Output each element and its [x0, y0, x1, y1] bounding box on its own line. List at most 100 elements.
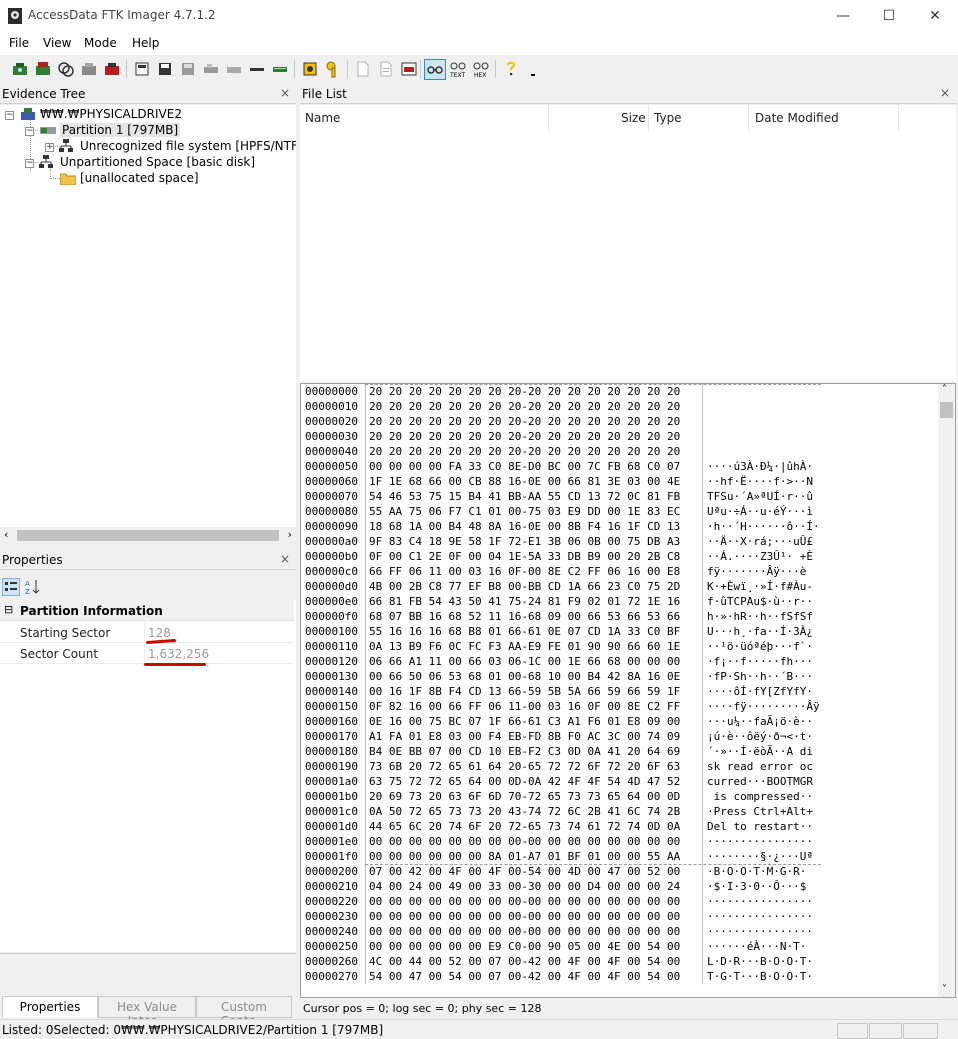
capture-memory-icon[interactable]	[202, 60, 220, 78]
export-logical-image-icon[interactable]	[179, 60, 197, 78]
hex-vscrollbar[interactable]: ˄ ˅	[938, 384, 955, 997]
hex-row[interactable]: 000000f0 68 07 BB 16 68 52 11 16-68 09 00…	[301, 609, 937, 624]
hex-bytes[interactable]: 0E 16 00 75 BC 07 1F 66-61 C3 A1 F6 01 E…	[369, 715, 680, 728]
hex-row[interactable]: 00000180 B4 0E BB 07 00 CD 10 EB-F2 C3 0D…	[301, 744, 937, 759]
hex-ascii[interactable]: TFSu·´A»ªUÍ·r··û	[707, 490, 813, 503]
custom-content-image-icon[interactable]	[301, 60, 319, 78]
file-icon[interactable]	[354, 60, 372, 78]
categorized-view-icon[interactable]	[2, 578, 20, 596]
hex-row[interactable]: 00000260 4C 00 44 00 52 00 07 00-42 00 4F…	[301, 954, 937, 969]
hex-bytes[interactable]: 20 20 20 20 20 20 20 20-20 20 20 20 20 2…	[369, 385, 680, 398]
hex-bytes[interactable]: 55 AA 75 06 F7 C1 01 00-75 03 E9 DD 00 1…	[369, 505, 680, 518]
file-text-icon[interactable]	[377, 60, 395, 78]
hex-row[interactable]: 00000200 07 00 42 00 4F 00 4F 00-54 00 4D…	[301, 864, 937, 879]
hex-row[interactable]: 00000030 20 20 20 20 20 20 20 20-20 20 20…	[301, 429, 937, 444]
hex-bytes[interactable]: 00 66 50 06 53 68 01 00-68 10 00 B4 42 8…	[369, 670, 680, 683]
column-header-size[interactable]: Size	[621, 111, 646, 125]
hex-ascii[interactable]: ··¹ö·üóªéþ···f`·	[707, 640, 813, 653]
tab-hex-value-interpreter[interactable]: Hex Value Inter...	[98, 996, 196, 1028]
hex-ascii[interactable]: ···u¼··faÃ¡ö·è··	[707, 715, 813, 728]
hex-bytes[interactable]: 4C 00 44 00 52 00 07 00-42 00 4F 00 4F 0…	[369, 955, 680, 968]
hex-bytes[interactable]: 54 46 53 75 15 B4 41 BB-AA 55 CD 13 72 0…	[369, 490, 680, 503]
hex-bytes[interactable]: 00 00 00 00 00 00 E9 C0-00 90 05 00 4E 0…	[369, 940, 680, 953]
hex-row[interactable]: 000001a0 63 75 72 72 65 64 00 0D-0A 42 4F…	[301, 774, 937, 789]
hex-bytes[interactable]: 00 00 00 00 00 00 8A 01-A7 01 BF 01 00 0…	[369, 850, 680, 863]
export-disk-image-icon[interactable]	[156, 60, 174, 78]
hex-row[interactable]: 00000160 0E 16 00 75 BC 07 1F 66-61 C3 A1…	[301, 714, 937, 729]
hex-viewer[interactable]: 00000000 20 20 20 20 20 20 20 20-20 20 20…	[300, 383, 956, 998]
menu-help[interactable]: Help	[132, 36, 159, 50]
hex-row[interactable]: 000000c0 66 FF 06 11 00 03 16 0F-00 8E C2…	[301, 564, 937, 579]
hex-ascii[interactable]: ····ôÍ·fY[ZfYfY·	[707, 685, 813, 698]
hex-row[interactable]: 00000240 00 00 00 00 00 00 00 00-00 00 00…	[301, 924, 937, 939]
hex-bytes[interactable]: 00 00 00 00 00 00 00 00-00 00 00 00 00 0…	[369, 895, 680, 908]
hex-ascii[interactable]: ················	[707, 835, 813, 848]
hex-ascii[interactable]: U···h¸·fa··Í·3À¿	[707, 625, 813, 638]
hex-row[interactable]: 00000010 20 20 20 20 20 20 20 20-20 20 20…	[301, 399, 937, 414]
close-icon[interactable]: ×	[280, 552, 290, 566]
dir-list-icon[interactable]	[400, 60, 418, 78]
hex-bytes[interactable]: 04 00 24 00 49 00 33 00-30 00 00 D4 00 0…	[369, 880, 680, 893]
hex-bytes[interactable]: 54 00 47 00 54 00 07 00-42 00 4F 00 4F 0…	[369, 970, 680, 983]
hex-row[interactable]: 00000090 18 68 1A 00 B4 48 8A 16-0E 00 8B…	[301, 519, 937, 534]
remove-evidence-icon[interactable]	[80, 60, 98, 78]
hex-ascii[interactable]: ··hf·Ë····f·>··N	[707, 475, 813, 488]
add-all-images-icon[interactable]	[34, 60, 52, 78]
hex-ascii[interactable]: ····ú3À·Ð¼·|ûhÀ·	[707, 460, 813, 473]
hex-row[interactable]: 00000170 A1 FA 01 E8 03 00 F4 EB-FD 8B F0…	[301, 729, 937, 744]
hex-bytes[interactable]: 4B 00 2B C8 77 EF B8 00-BB CD 1A 66 23 C…	[369, 580, 680, 593]
hex-bytes[interactable]: 00 00 00 00 00 00 00 00-00 00 00 00 00 0…	[369, 925, 680, 938]
hex-ascii[interactable]: Del to restart··	[707, 820, 813, 833]
hex-row[interactable]: 000001e0 00 00 00 00 00 00 00 00-00 00 00…	[301, 834, 937, 849]
hex-bytes[interactable]: 0F 82 16 00 66 FF 06 11-00 03 16 0F 00 8…	[369, 700, 680, 713]
hex-ascii[interactable]: ¡ú·è··ôëý·ð¬<·t·	[707, 730, 813, 743]
hex-bytes[interactable]: 0F 00 C1 2E 0F 00 04 1E-5A 33 DB B9 00 2…	[369, 550, 680, 563]
hex-bytes[interactable]: 44 65 6C 20 74 6F 20 72-65 73 74 61 72 7…	[369, 820, 680, 833]
hex-row[interactable]: 00000060 1F 1E 68 66 00 CB 88 16-0E 00 66…	[301, 474, 937, 489]
scroll-left-icon[interactable]: ‹	[4, 528, 8, 541]
hex-ascii[interactable]: ······éÀ···N·T·	[707, 940, 806, 953]
hex-bytes[interactable]: B4 0E BB 07 00 CD 10 EB-F2 C3 0D 0A 41 2…	[369, 745, 680, 758]
property-row[interactable]: Sector Count 1,632,256	[0, 643, 294, 664]
hex-row[interactable]: 000000d0 4B 00 2B C8 77 EF B8 00-BB CD 1A…	[301, 579, 937, 594]
hex-bytes[interactable]: 0A 50 72 65 73 73 20 43-74 72 6C 2B 41 6…	[369, 805, 680, 818]
hex-row[interactable]: 000000a0 9F 83 C4 18 9E 58 1F 72-E1 3B 06…	[301, 534, 937, 549]
property-row[interactable]: Starting Sector 128	[0, 622, 294, 643]
add-evidence-icon[interactable]	[11, 60, 29, 78]
scroll-down-icon[interactable]: ˅	[942, 984, 947, 995]
hex-bytes[interactable]: 20 20 20 20 20 20 20 20-20 20 20 20 20 2…	[369, 400, 680, 413]
hex-ascii[interactable]: ·h··´H······ô··Í·	[707, 520, 820, 533]
hex-view-icon[interactable]: HEX	[472, 60, 490, 78]
hex-ascii[interactable]: ················	[707, 925, 813, 938]
collapse-icon[interactable]: ⊟	[4, 603, 13, 616]
hex-row[interactable]: 00000130 00 66 50 06 53 68 01 00-68 10 00…	[301, 669, 937, 684]
hex-row[interactable]: 00000210 04 00 24 00 49 00 33 00-30 00 00…	[301, 879, 937, 894]
hex-row[interactable]: 000001c0 0A 50 72 65 73 73 20 43-74 72 6C…	[301, 804, 937, 819]
create-disk-image-icon[interactable]	[133, 60, 151, 78]
hex-bytes[interactable]: 1F 1E 68 66 00 CB 88 16-0E 00 66 81 3E 0…	[369, 475, 680, 488]
scrollbar-thumb[interactable]	[940, 402, 953, 418]
hex-ascii[interactable]: L·D·R···B·O·O·T·	[707, 955, 813, 968]
obtain-protected-files-icon[interactable]	[248, 60, 266, 78]
property-category[interactable]: ⊟ Partition Information	[0, 600, 294, 621]
hex-row[interactable]: 00000190 73 6B 20 72 65 61 64 20-65 72 72…	[301, 759, 937, 774]
text-view-icon[interactable]: TEXT	[449, 60, 467, 78]
auto-view-icon[interactable]	[426, 60, 444, 78]
close-button[interactable]: ✕	[912, 0, 958, 31]
hex-row[interactable]: 00000140 00 16 1F 8B F4 CD 13 66-59 5B 5A…	[301, 684, 937, 699]
hex-ascii[interactable]: ··Á.····Z3Û¹· +È	[707, 550, 813, 563]
evidence-tree-hscrollbar[interactable]: ‹ ›	[0, 527, 296, 544]
collapse-icon[interactable]: −	[25, 159, 34, 168]
image-mounting-icon[interactable]	[57, 60, 75, 78]
hex-row[interactable]: 000000e0 66 81 FB 54 43 50 41 75-24 81 F9…	[301, 594, 937, 609]
verify-drive-icon[interactable]	[225, 60, 243, 78]
scroll-up-icon[interactable]: ˄	[942, 384, 947, 395]
hex-row[interactable]: 00000050 00 00 00 00 FA 33 C0 8E-D0 BC 00…	[301, 459, 937, 474]
hex-row[interactable]: 00000250 00 00 00 00 00 00 E9 C0-00 90 05…	[301, 939, 937, 954]
hex-bytes[interactable]: 9F 83 C4 18 9E 58 1F 72-E1 3B 06 0B 00 7…	[369, 535, 680, 548]
hex-ascii[interactable]: ················	[707, 910, 813, 923]
tab-custom-content[interactable]: Custom Conte...	[196, 996, 292, 1028]
hex-bytes[interactable]: 06 66 A1 11 00 66 03 06-1C 00 1E 66 68 0…	[369, 655, 680, 668]
hex-ascii[interactable]: ········§·¿···Uª	[707, 850, 813, 863]
hex-row[interactable]: 00000150 0F 82 16 00 66 FF 06 11-00 03 16…	[301, 699, 937, 714]
